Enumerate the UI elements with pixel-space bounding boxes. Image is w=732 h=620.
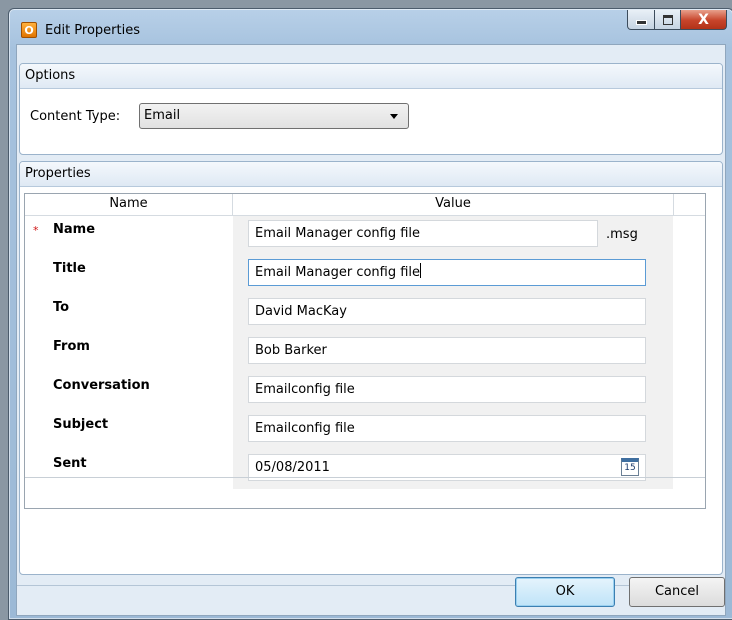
to-input[interactable]: David MacKay xyxy=(248,298,646,325)
row-label-subject: Subject xyxy=(53,417,109,432)
row-label-title: Title xyxy=(53,261,86,276)
maximize-icon xyxy=(662,14,673,25)
property-row-name: * Name Email Manager config file .msg xyxy=(25,216,705,255)
subject-input[interactable]: Emailconfig file xyxy=(248,415,646,442)
properties-grid: Name Value * Name Email Manager config f… xyxy=(24,193,706,509)
value-cell: Emailconfig file xyxy=(233,411,673,450)
value-cell: Email Manager config file .msg xyxy=(233,216,673,255)
conversation-input[interactable]: Emailconfig file xyxy=(248,376,646,403)
row-label-sent: Sent xyxy=(53,456,87,471)
sent-date-text: 05/08/2011 xyxy=(255,460,330,475)
cancel-button[interactable]: Cancel xyxy=(629,577,725,607)
required-marker: * xyxy=(33,224,39,237)
minimize-button[interactable] xyxy=(627,10,655,30)
value-cell: 05/08/2011 15 xyxy=(233,450,673,489)
from-input[interactable]: Bob Barker xyxy=(248,337,646,364)
minimize-icon xyxy=(635,20,647,25)
content-type-dropdown[interactable]: Email xyxy=(139,103,409,129)
property-row-title: Title Email Manager config file xyxy=(25,255,705,294)
column-header-value[interactable]: Value xyxy=(233,194,674,215)
row-label-to: To xyxy=(53,300,70,315)
options-group: Options Content Type: Email xyxy=(19,63,723,155)
grid-header: Name Value xyxy=(25,194,705,216)
properties-header: Properties xyxy=(20,162,722,187)
property-row-subject: Subject Emailconfig file xyxy=(25,411,705,450)
title-input[interactable]: Email Manager config file xyxy=(248,259,646,286)
title-bar[interactable]: O Edit Properties X xyxy=(9,9,732,43)
property-row-from: From Bob Barker xyxy=(25,333,705,372)
grid-footer-divider xyxy=(25,477,705,478)
dialog-client-area: Options Content Type: Email Properties N… xyxy=(16,44,726,616)
window-title: Edit Properties xyxy=(45,23,141,38)
title-input-text: Email Manager config file xyxy=(255,265,421,280)
maximize-button[interactable] xyxy=(655,10,681,30)
dropdown-arrow-icon xyxy=(390,114,398,119)
name-input[interactable]: Email Manager config file xyxy=(248,220,598,247)
value-cell: David MacKay xyxy=(233,294,673,333)
row-label-conversation: Conversation xyxy=(53,378,150,393)
window-controls: X xyxy=(627,10,727,30)
ok-button[interactable]: OK xyxy=(515,577,615,607)
outlook-app-icon: O xyxy=(21,22,37,38)
edit-properties-window: O Edit Properties X Options Content Type… xyxy=(8,8,732,620)
text-caret xyxy=(420,263,422,278)
calendar-icon[interactable]: 15 xyxy=(621,458,639,476)
close-icon: X xyxy=(698,11,709,28)
properties-group: Properties Name Value * Name Email Manag… xyxy=(19,161,723,575)
row-label-from: From xyxy=(53,339,90,354)
close-button[interactable]: X xyxy=(681,10,727,30)
footer-divider xyxy=(17,585,725,586)
value-cell: Emailconfig file xyxy=(233,372,673,411)
column-header-name[interactable]: Name xyxy=(25,194,233,215)
property-row-sent: Sent 05/08/2011 15 xyxy=(25,450,705,489)
row-label-name: Name xyxy=(53,222,96,237)
content-type-label: Content Type: xyxy=(30,109,121,124)
content-type-value: Email xyxy=(144,108,181,123)
property-row-conversation: Conversation Emailconfig file xyxy=(25,372,705,411)
options-header: Options xyxy=(20,64,722,89)
property-row-to: To David MacKay xyxy=(25,294,705,333)
value-cell: Bob Barker xyxy=(233,333,673,372)
file-extension-label: .msg xyxy=(606,227,638,242)
value-cell: Email Manager config file xyxy=(233,255,673,294)
